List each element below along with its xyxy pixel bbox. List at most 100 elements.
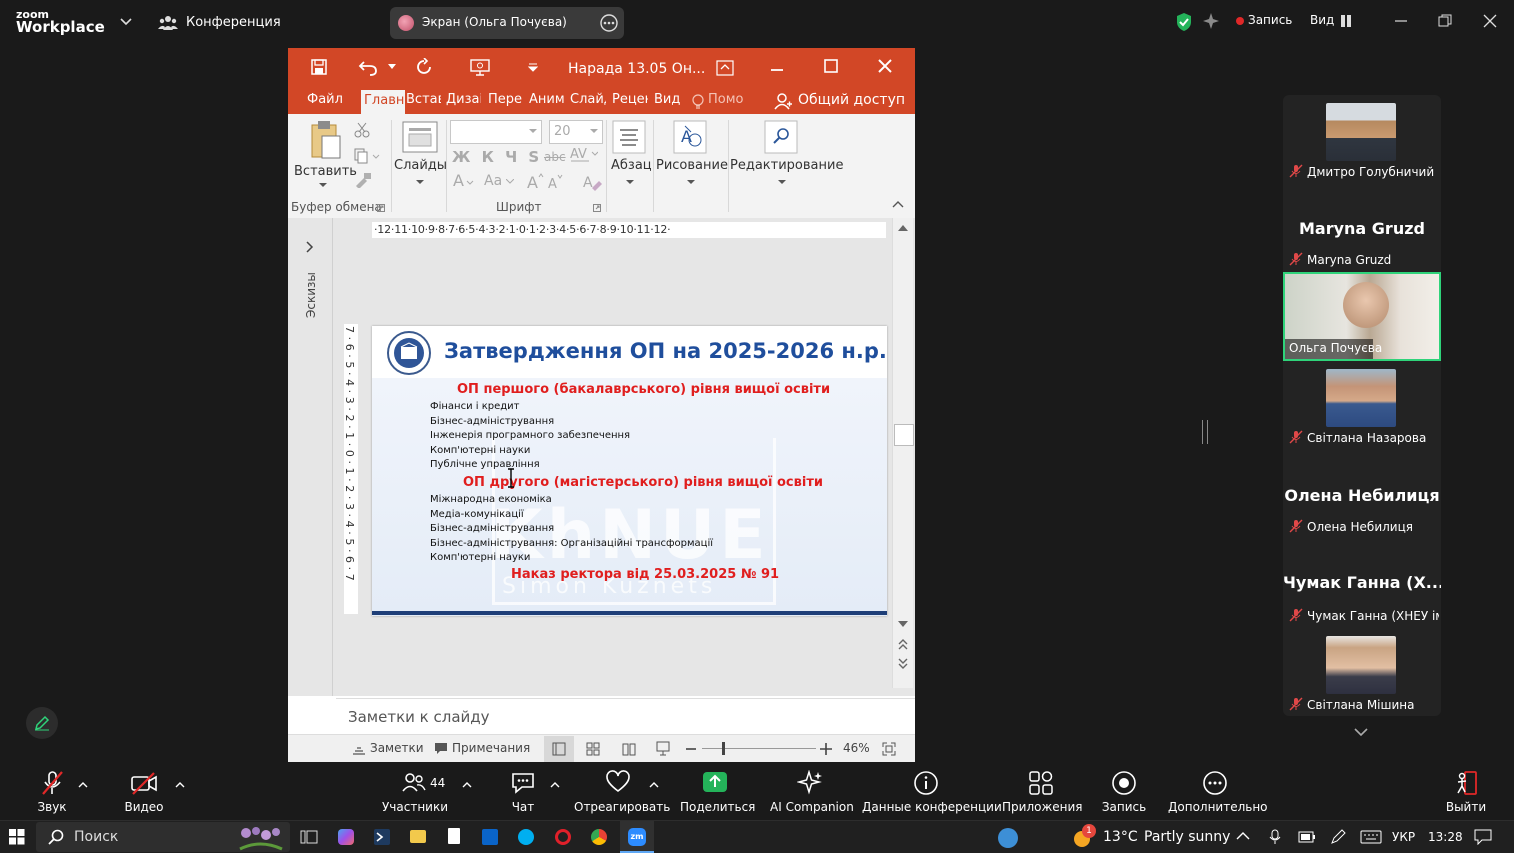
file-explorer-icon[interactable] bbox=[410, 830, 426, 843]
collapse-ribbon-icon[interactable] bbox=[892, 200, 904, 208]
expand-thumbnails-icon[interactable] bbox=[306, 241, 314, 253]
share-button[interactable]: Общий доступ bbox=[772, 90, 915, 112]
document-app-icon[interactable] bbox=[448, 828, 460, 844]
input-language[interactable]: УКР bbox=[1392, 830, 1415, 844]
editing-button[interactable]: Редактирование bbox=[730, 118, 843, 196]
slideshow-view-icon[interactable] bbox=[656, 741, 670, 757]
fit-to-window-icon[interactable] bbox=[882, 742, 896, 756]
annotate-button[interactable] bbox=[26, 707, 58, 739]
weather-description[interactable]: Partly sunny bbox=[1144, 829, 1230, 845]
windows-start-icon[interactable] bbox=[9, 829, 25, 845]
cut-icon[interactable] bbox=[354, 122, 370, 138]
participant-tile[interactable]: Maryna Gruzd Maryna Gruzd bbox=[1283, 183, 1441, 271]
zoom-in-icon[interactable] bbox=[820, 743, 832, 755]
share-screen-button[interactable]: Поделиться bbox=[680, 762, 755, 820]
font-size-grow-shrink-icon[interactable]: AA bbox=[526, 172, 566, 192]
char-spacing-icon[interactable]: AV bbox=[570, 146, 598, 164]
slide-canvas[interactable]: KhNUE Simon Kuznets Затвердження ОП на 2… bbox=[372, 326, 887, 616]
more-button[interactable]: Дополнительно bbox=[1168, 762, 1268, 820]
chevron-down-icon[interactable] bbox=[120, 17, 132, 27]
font-launcher-icon[interactable] bbox=[593, 204, 601, 212]
notes-pane[interactable]: Заметки к слайду bbox=[336, 698, 915, 735]
audio-options-icon[interactable] bbox=[78, 782, 88, 788]
slide-sorter-icon[interactable] bbox=[586, 742, 600, 756]
screen-share-pill[interactable]: Экран (Ольга Почуєва) bbox=[390, 7, 624, 39]
copilot-app-icon[interactable] bbox=[338, 829, 354, 845]
tab-slideshow[interactable]: Слайд bbox=[570, 92, 606, 107]
scroll-down-icon[interactable] bbox=[898, 620, 908, 628]
taskbar-search[interactable]: Поиск bbox=[36, 822, 290, 852]
pp-maximize-icon[interactable] bbox=[824, 59, 838, 73]
copy-icon[interactable] bbox=[354, 148, 382, 164]
font-style-buttons[interactable]: Ж К Ч S bbox=[452, 148, 542, 166]
chat-button[interactable]: Чат bbox=[500, 762, 546, 820]
participants-button[interactable]: 44 Участники bbox=[380, 762, 450, 820]
font-size-box[interactable]: 20 bbox=[549, 120, 603, 144]
tab-view[interactable]: Вид bbox=[654, 92, 680, 107]
keyboard-icon[interactable] bbox=[1360, 830, 1382, 844]
apps-button[interactable]: Приложения bbox=[1002, 762, 1083, 820]
ai-companion-button[interactable]: AI Companion bbox=[770, 762, 854, 820]
ribbon-display-icon[interactable] bbox=[716, 60, 734, 76]
present-icon[interactable] bbox=[470, 58, 490, 76]
participant-tile[interactable]: Світлана Мішина bbox=[1283, 628, 1441, 716]
format-painter-icon[interactable] bbox=[354, 172, 372, 188]
reading-view-icon[interactable] bbox=[622, 742, 636, 756]
more-options-icon[interactable] bbox=[600, 14, 618, 32]
save-icon[interactable] bbox=[310, 58, 328, 76]
strikethrough-button[interactable]: abc bbox=[544, 150, 566, 164]
undo-icon[interactable] bbox=[358, 58, 378, 76]
zoom-out-icon[interactable] bbox=[686, 747, 696, 751]
pp-minimize-icon[interactable] bbox=[770, 60, 784, 74]
participant-tile[interactable]: Дмитро Голубничий bbox=[1283, 95, 1441, 183]
zoom-slider[interactable] bbox=[702, 748, 816, 749]
redo-icon[interactable] bbox=[415, 58, 433, 76]
pen-tray-icon[interactable] bbox=[1330, 829, 1346, 845]
previous-slide-icon[interactable] bbox=[898, 638, 908, 650]
drawing-button[interactable]: A Рисование bbox=[655, 118, 728, 196]
zoom-level[interactable]: 46% bbox=[843, 741, 870, 755]
skype-app-icon[interactable] bbox=[518, 829, 534, 845]
system-tray-chevron-icon[interactable] bbox=[1236, 831, 1250, 841]
tab-insert[interactable]: Встав bbox=[406, 92, 441, 107]
opera-app-icon[interactable] bbox=[555, 829, 571, 845]
paragraph-button[interactable]: Абзац bbox=[608, 118, 652, 196]
gallery-scroll-down-icon[interactable] bbox=[1353, 727, 1369, 737]
font-name-box[interactable] bbox=[450, 120, 542, 144]
participant-tile[interactable]: Чумак Ганна (Х... Чумак Ганна (ХНЕУ ім..… bbox=[1283, 539, 1441, 627]
normal-view-button[interactable] bbox=[544, 736, 574, 762]
comments-toggle[interactable]: Примечания bbox=[452, 741, 530, 755]
notes-toggle[interactable]: Заметки bbox=[370, 741, 424, 755]
record-button[interactable]: Запись bbox=[1098, 762, 1150, 820]
tab-file[interactable]: Файл bbox=[307, 92, 343, 107]
participant-tile[interactable]: Олена Небилиця Олена Небилиця bbox=[1283, 450, 1441, 538]
scroll-up-icon[interactable] bbox=[898, 224, 908, 232]
leave-button[interactable]: Выйти bbox=[1444, 762, 1488, 820]
chrome-app-icon[interactable] bbox=[591, 829, 607, 845]
meeting-info-button[interactable]: Данные конференции bbox=[862, 762, 1002, 820]
help-app-icon[interactable] bbox=[998, 828, 1018, 848]
paste-button[interactable]: Вставить bbox=[294, 118, 357, 196]
zoom-slider-thumb[interactable] bbox=[722, 742, 725, 755]
tab-review[interactable]: Рецен bbox=[612, 92, 648, 107]
clock-time[interactable]: 13:28 bbox=[1428, 830, 1463, 844]
participants-options-icon[interactable] bbox=[462, 782, 472, 788]
task-view-icon[interactable] bbox=[300, 829, 318, 845]
slides-button[interactable]: Слайды bbox=[394, 118, 447, 196]
ai-sparkle-icon[interactable] bbox=[1202, 12, 1220, 30]
notification-center-icon[interactable] bbox=[1474, 829, 1492, 845]
video-button[interactable]: Видео bbox=[116, 762, 172, 820]
weather-temperature[interactable]: 13°C bbox=[1103, 829, 1138, 845]
tab-transitions[interactable]: Пере bbox=[488, 92, 523, 107]
qat-customize-icon[interactable] bbox=[528, 62, 538, 72]
video-options-icon[interactable] bbox=[175, 782, 185, 788]
react-options-icon[interactable] bbox=[649, 782, 659, 788]
vertical-scrollbar[interactable] bbox=[892, 218, 914, 688]
active-speaker-tile[interactable]: Ольга Почуєва bbox=[1283, 272, 1441, 361]
chat-options-icon[interactable] bbox=[550, 782, 560, 788]
audio-button[interactable]: Звук bbox=[26, 762, 78, 820]
zoom-taskbar-app[interactable]: zm bbox=[620, 821, 654, 853]
clear-formatting-icon[interactable]: A bbox=[582, 172, 602, 192]
weather-widget-icon[interactable]: 1 bbox=[1072, 824, 1096, 849]
font-color-icon[interactable]: A bbox=[452, 172, 474, 192]
